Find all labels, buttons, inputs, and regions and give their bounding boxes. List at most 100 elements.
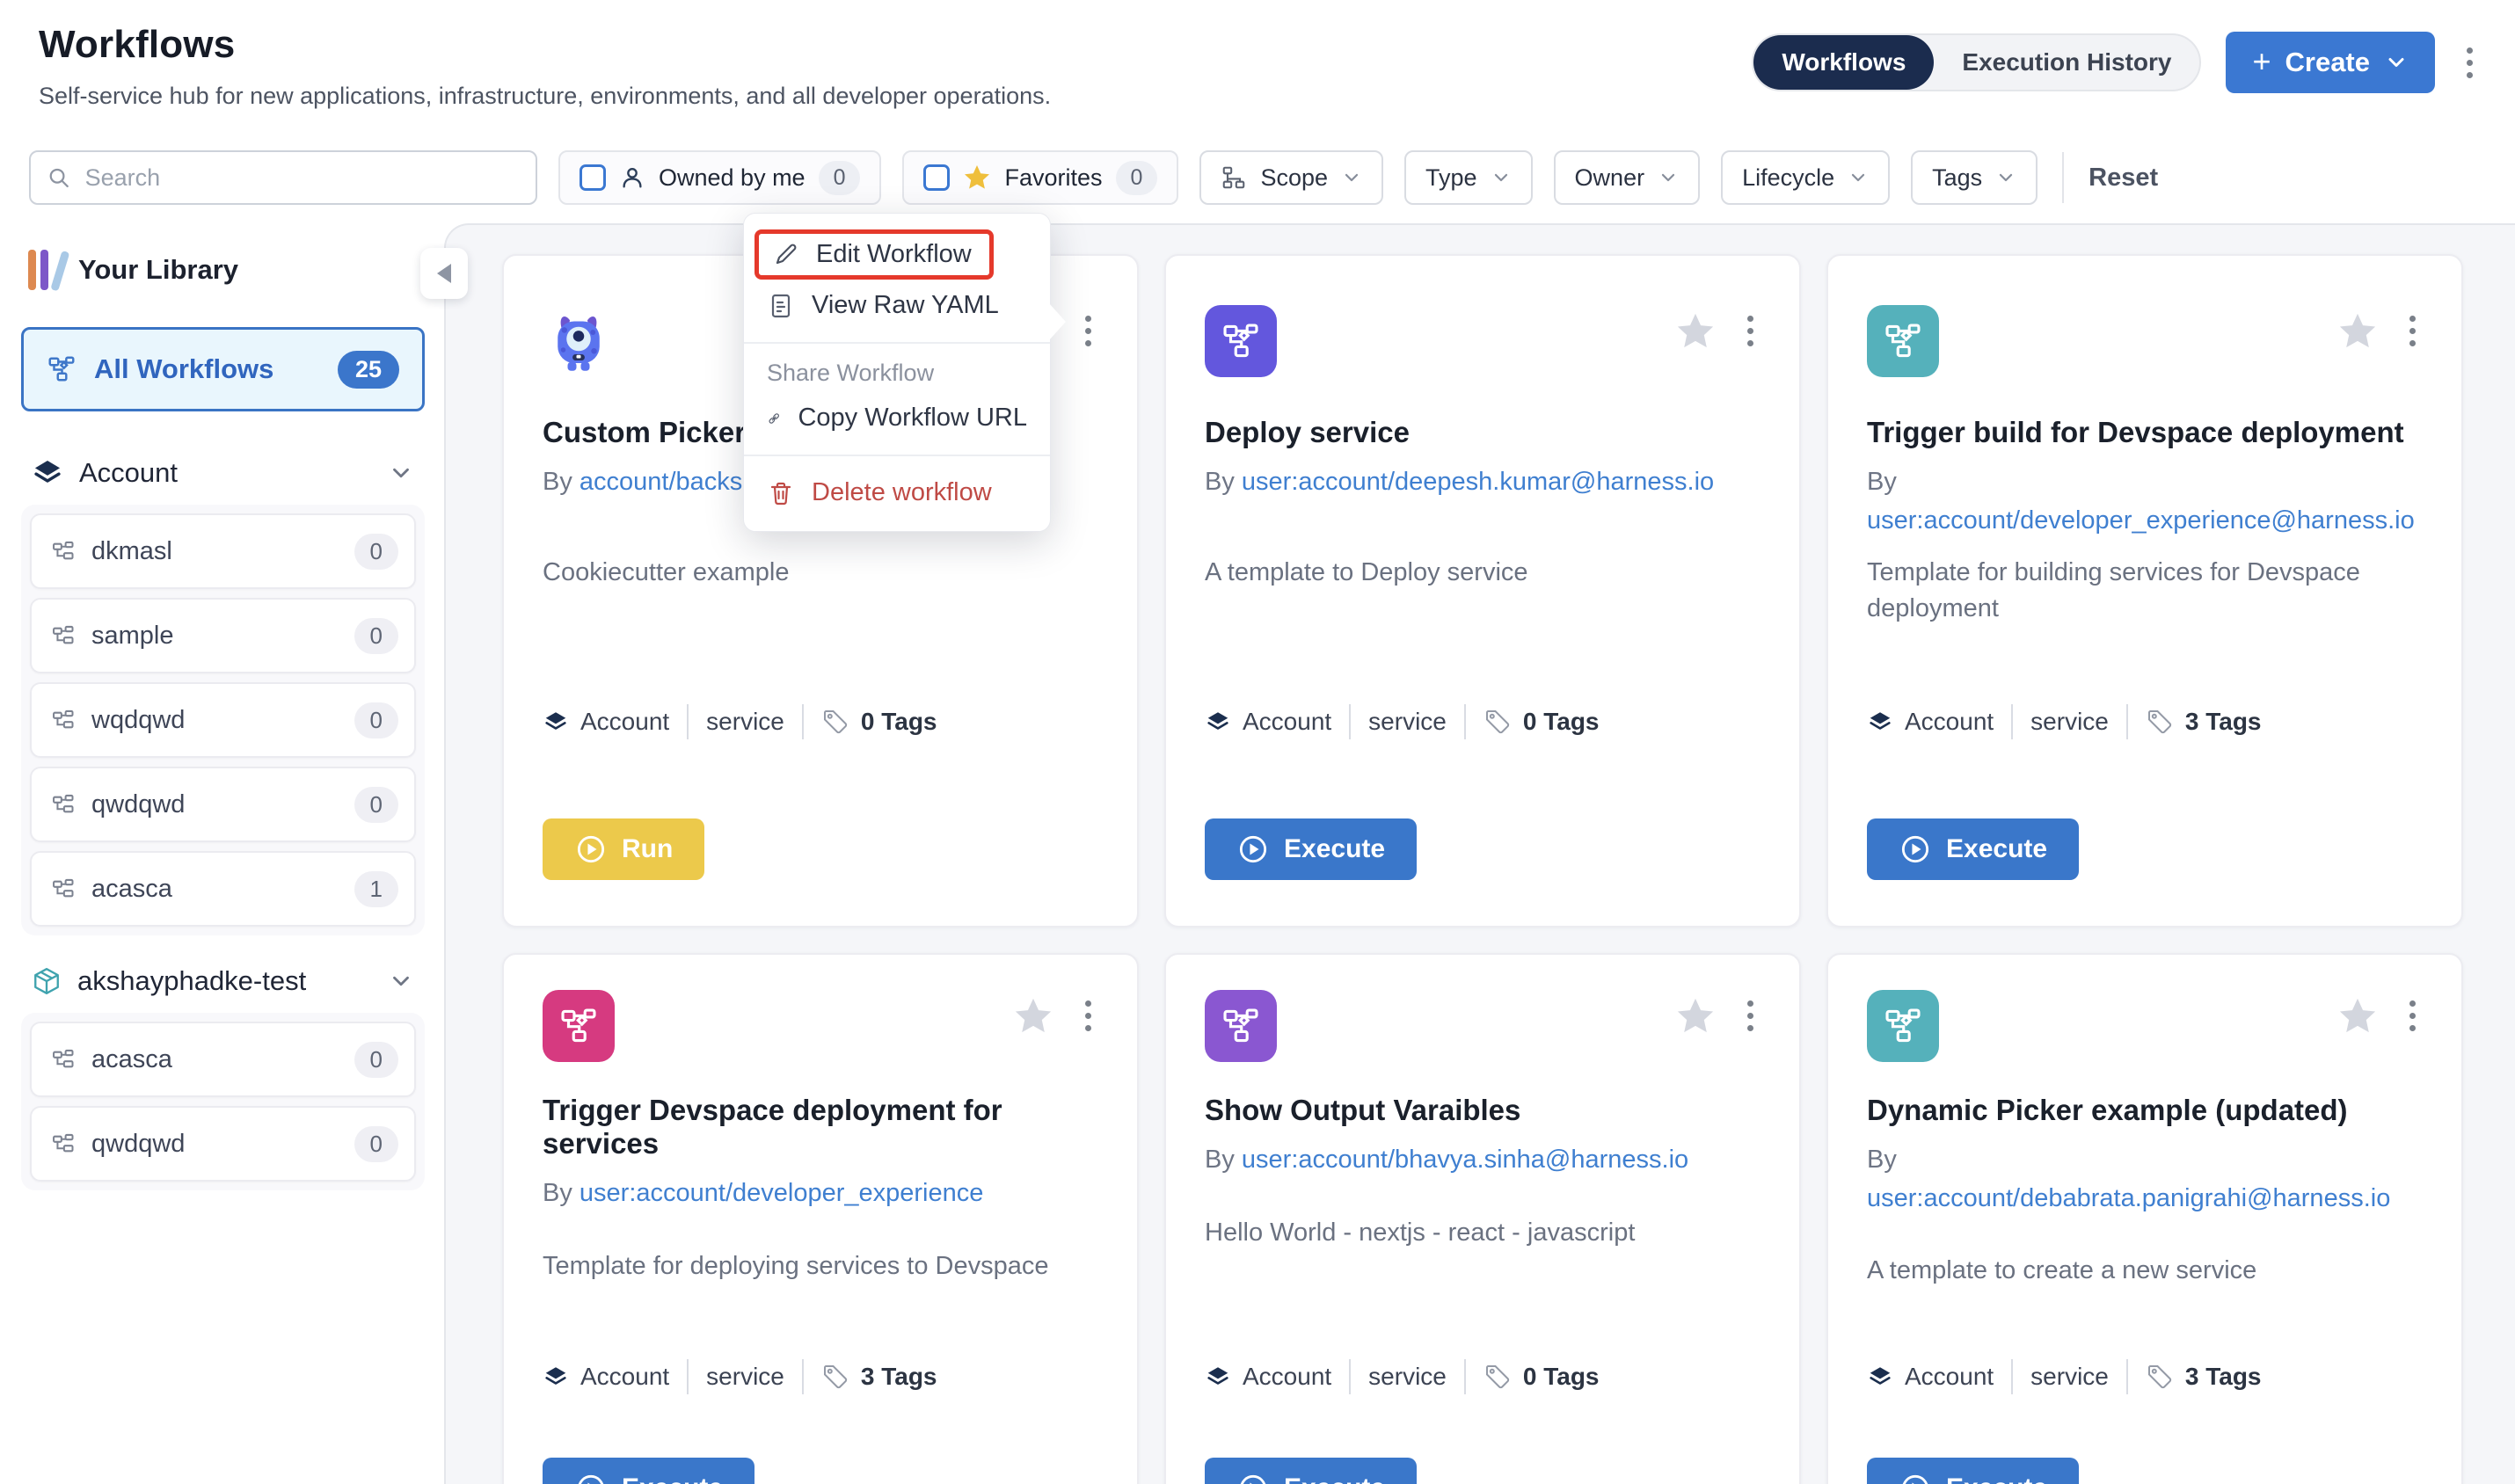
- plus-icon: +: [2252, 46, 2271, 77]
- sidebar-item-label: dkmasl: [91, 537, 339, 566]
- lifecycle-dropdown[interactable]: Lifecycle: [1721, 150, 1890, 205]
- owned-by-me-checkbox[interactable]: [580, 164, 606, 191]
- execute-button[interactable]: Execute: [1205, 1458, 1417, 1484]
- tab-workflows[interactable]: Workflows: [1753, 35, 1934, 90]
- filter-bar: Owned by me 0 Favorites 0 Scope Type Own…: [0, 132, 2515, 223]
- execute-button-label: Execute: [622, 1473, 723, 1484]
- workflow-tile-icon: [1867, 990, 1939, 1062]
- run-button[interactable]: Run: [543, 818, 704, 880]
- card-owner-link[interactable]: user:account/deepesh.kumar@harness.io: [1242, 468, 1714, 496]
- card-owner-line: By user:account/developer_experience: [543, 1175, 1098, 1213]
- card-description: Cookiecutter example: [543, 555, 1098, 591]
- card-meta: Account service 0 Tags: [543, 704, 1098, 739]
- sidebar-item-count: 0: [354, 534, 398, 570]
- chevron-down-icon: [1491, 167, 1512, 188]
- execute-button[interactable]: Execute: [1867, 818, 2079, 880]
- sidebar-item-qwdqwd[interactable]: qwdqwd 0: [30, 767, 416, 842]
- pencil-icon: [771, 241, 799, 269]
- sidebar-item-label: acasca: [91, 1045, 339, 1074]
- menu-divider: [744, 342, 1050, 344]
- card-owner-link[interactable]: user:account/developer_experience: [580, 1179, 983, 1207]
- card-owner-line: By user:account/deepesh.kumar@harness.io: [1205, 463, 1760, 541]
- card-kebab-menu-icon[interactable]: [2402, 309, 2423, 353]
- type-dropdown[interactable]: Type: [1404, 150, 1533, 205]
- sidebar-item-count: 1: [354, 871, 398, 907]
- workflow-card-dynamic-picker-example: Dynamic Picker example (updated) By user…: [1826, 953, 2463, 1484]
- search-input[interactable]: [85, 164, 520, 192]
- sidebar-group-akshayphadke-test[interactable]: akshayphadke-test: [21, 965, 425, 997]
- workflow-icon: [51, 877, 76, 901]
- card-scope: Account: [580, 1363, 669, 1391]
- card-kebab-menu-icon[interactable]: [1078, 993, 1098, 1038]
- sidebar-item-dkmasl[interactable]: dkmasl 0: [30, 513, 416, 589]
- card-meta: Account service 3 Tags: [543, 1359, 1098, 1394]
- workflow-tile-icon: [1205, 305, 1277, 377]
- group-name: Account: [79, 457, 372, 489]
- edit-workflow-highlight-ring: Edit Workflow: [754, 229, 994, 280]
- tag-icon: [2146, 708, 2174, 736]
- card-owner-link[interactable]: user:account/debabrata.panigrahi@harness…: [1867, 1184, 2390, 1212]
- favorite-star-icon[interactable]: [1675, 996, 1716, 1037]
- favorite-star-icon[interactable]: [2337, 996, 2378, 1037]
- card-kebab-menu-icon[interactable]: [1740, 309, 1760, 353]
- view-toggle: Workflows Execution History: [1752, 33, 2201, 91]
- execute-button[interactable]: Execute: [543, 1458, 754, 1484]
- owner-dropdown[interactable]: Owner: [1554, 150, 1701, 205]
- sidebar-item-acasca[interactable]: acasca 1: [30, 851, 416, 927]
- favorite-star-icon[interactable]: [1675, 311, 1716, 352]
- menu-item-edit-workflow[interactable]: Edit Workflow: [759, 234, 989, 275]
- tags-dropdown[interactable]: Tags: [1911, 150, 2038, 205]
- by-label: By: [543, 468, 572, 496]
- sidebar-item-label: qwdqwd: [91, 790, 339, 819]
- card-owner-link[interactable]: account/backs: [580, 468, 742, 496]
- workflow-icon: [51, 792, 76, 817]
- layers-icon: [1205, 709, 1231, 735]
- favorites-count: 0: [1116, 161, 1158, 195]
- favorite-star-icon[interactable]: [2337, 311, 2378, 352]
- card-kebab-menu-icon[interactable]: [1078, 309, 1098, 353]
- menu-item-label: View Raw YAML: [812, 291, 999, 320]
- card-owner-link[interactable]: user:account/developer_experience@harnes…: [1867, 506, 2415, 535]
- card-title: Deploy service: [1205, 416, 1760, 449]
- card-owner-link[interactable]: user:account/bhavya.sinha@harness.io: [1242, 1146, 1688, 1174]
- owned-by-me-count: 0: [819, 161, 861, 195]
- favorite-star-icon[interactable]: [1013, 996, 1053, 1037]
- create-button[interactable]: + Create: [2226, 32, 2435, 93]
- card-kebab-menu-icon[interactable]: [2402, 993, 2423, 1038]
- sidebar-item-sample[interactable]: sample 0: [30, 598, 416, 673]
- card-owner-line: By user:account/debabrata.panigrahi@harn…: [1867, 1141, 2423, 1218]
- execute-button[interactable]: Execute: [1205, 818, 1417, 880]
- menu-item-view-raw-yaml[interactable]: View Raw YAML: [744, 281, 1050, 330]
- menu-item-label: Edit Workflow: [816, 240, 972, 269]
- by-label: By: [1867, 468, 1897, 496]
- type-dropdown-label: Type: [1425, 164, 1477, 192]
- execute-button[interactable]: Execute: [1867, 1458, 2079, 1484]
- card-type: service: [2030, 1363, 2109, 1391]
- tag-icon: [2146, 1363, 2174, 1391]
- workflow-tile-icon: [543, 990, 615, 1062]
- sidebar-collapse-button[interactable]: [420, 248, 468, 299]
- scope-dropdown[interactable]: Scope: [1199, 150, 1383, 205]
- tab-execution-history[interactable]: Execution History: [1934, 35, 2199, 90]
- owned-by-me-filter[interactable]: Owned by me 0: [558, 150, 881, 205]
- by-label: By: [543, 1179, 572, 1207]
- sidebar-item-all-workflows[interactable]: All Workflows 25: [21, 327, 425, 411]
- sidebar-item-qwdqwd-2[interactable]: qwdqwd 0: [30, 1106, 416, 1182]
- execute-button-label: Execute: [1284, 1473, 1385, 1484]
- menu-item-copy-workflow-url[interactable]: Copy Workflow URL: [744, 394, 1050, 442]
- favorites-checkbox[interactable]: [923, 164, 950, 191]
- card-tags-count: 0 Tags: [1523, 708, 1600, 736]
- cube-icon: [32, 966, 62, 996]
- sidebar-item-acasca-2[interactable]: acasca 0: [30, 1022, 416, 1097]
- sidebar: Your Library All Workflows 25 Account dk…: [0, 223, 444, 1484]
- card-kebab-menu-icon[interactable]: [1740, 993, 1760, 1038]
- card-tags-count: 3 Tags: [861, 1363, 937, 1391]
- page-kebab-menu-icon[interactable]: [2460, 40, 2480, 85]
- workflow-icon: [51, 1131, 76, 1156]
- sidebar-group-account[interactable]: Account: [21, 457, 425, 489]
- reset-filters-button[interactable]: Reset: [2089, 164, 2158, 193]
- by-label: By: [1205, 1146, 1235, 1174]
- menu-item-delete-workflow[interactable]: Delete workflow: [744, 469, 1050, 517]
- sidebar-item-wqdqwd[interactable]: wqdqwd 0: [30, 682, 416, 758]
- favorites-filter[interactable]: Favorites 0: [902, 150, 1178, 205]
